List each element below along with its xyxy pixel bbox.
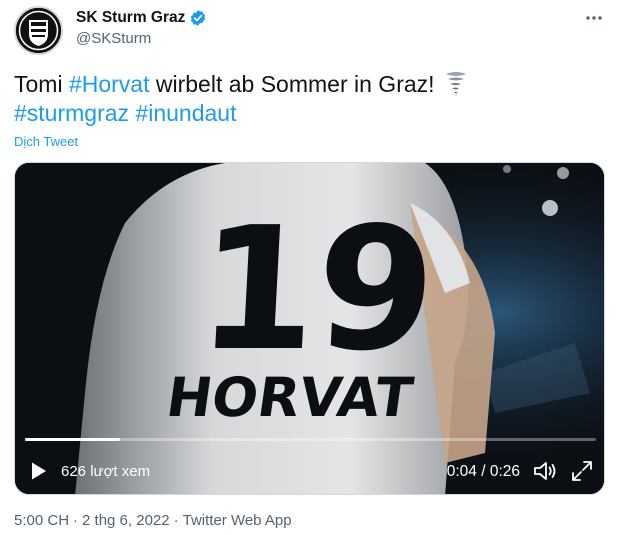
- video-frame: 19 HORVAT: [15, 163, 604, 494]
- tweet-source[interactable]: Twitter Web App: [183, 512, 292, 529]
- view-count: 626 lượt xem: [61, 463, 151, 480]
- play-icon[interactable]: [29, 461, 49, 481]
- jersey-name: HORVAT: [163, 366, 417, 429]
- tweet-text: Tomi #Horvat wirbelt ab Sommer in Graz! …: [14, 70, 604, 128]
- tweet-text-word: wirbelt ab Sommer in Graz!: [149, 71, 435, 97]
- hashtag-horvat[interactable]: #Horvat: [69, 71, 150, 97]
- avatar[interactable]: [14, 6, 63, 55]
- tweet-text-word: Tomi: [14, 71, 69, 97]
- tornado-emoji-icon: [445, 72, 466, 96]
- progress-fill: [25, 438, 121, 441]
- hashtag-sturmgraz[interactable]: #sturmgraz: [14, 100, 129, 126]
- video-controls: 626 lượt xem 0:04 / 0:26: [15, 453, 604, 489]
- video-time: 0:04 / 0:26: [446, 463, 520, 480]
- club-crest-icon: [16, 8, 61, 53]
- more-options-icon[interactable]: [584, 8, 604, 33]
- tweet-header: SK Sturm Graz @SKSturm: [0, 0, 620, 60]
- verified-badge-icon: [191, 10, 206, 26]
- video-player[interactable]: 19 HORVAT 626 lượt xem 0:04 / 0:26: [14, 162, 605, 495]
- tweet-date[interactable]: 2 thg 6, 2022: [82, 512, 170, 529]
- tweet-time[interactable]: 5:00 CH: [14, 512, 69, 529]
- fullscreen-icon[interactable]: [570, 459, 594, 483]
- progress-bar[interactable]: [25, 438, 596, 441]
- tweet-meta: 5:00 CH · 2 thg 6, 2022 · Twitter Web App: [14, 512, 292, 529]
- translate-tweet-link[interactable]: Dịch Tweet: [14, 134, 78, 149]
- separator: ·: [73, 512, 79, 529]
- handle[interactable]: @SKSturm: [76, 30, 151, 47]
- volume-icon[interactable]: [532, 459, 558, 483]
- name-row: SK Sturm Graz: [76, 9, 207, 27]
- separator: ·: [173, 512, 179, 529]
- display-name[interactable]: SK Sturm Graz: [76, 9, 185, 27]
- hashtag-inundaut[interactable]: #inundaut: [135, 100, 236, 126]
- jersey-number: 19: [193, 191, 440, 389]
